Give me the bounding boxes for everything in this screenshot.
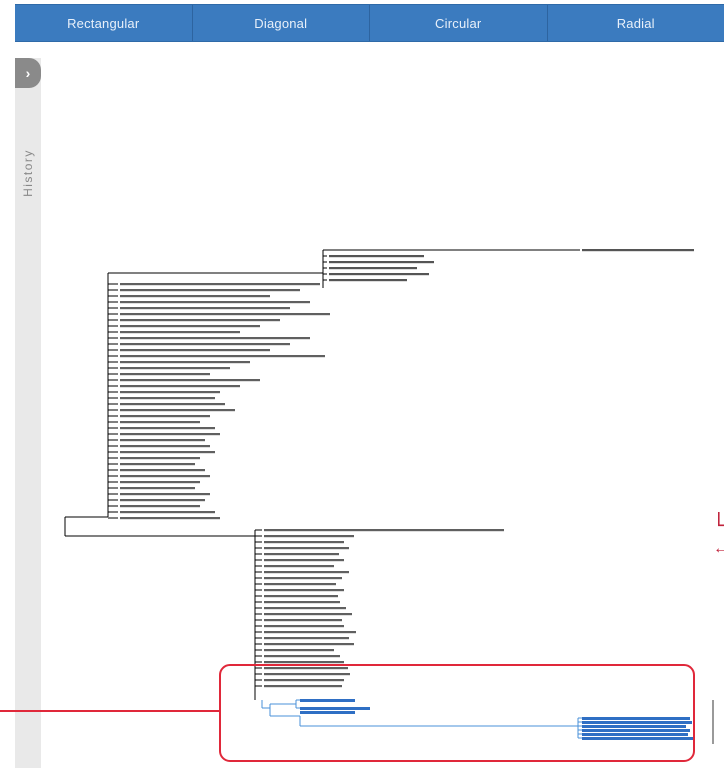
- leaf-label[interactable]: [264, 529, 504, 532]
- leaf-label[interactable]: [120, 355, 325, 358]
- highlighted-leaf[interactable]: [582, 729, 690, 732]
- leaf-label[interactable]: [120, 301, 310, 304]
- leaf-label[interactable]: [264, 673, 350, 676]
- leaf-label[interactable]: [264, 547, 349, 550]
- leaf-label[interactable]: [120, 445, 210, 448]
- leaf-label[interactable]: [120, 295, 270, 298]
- leaf-label[interactable]: [120, 415, 210, 418]
- side-mark-bracket: └: [711, 512, 724, 537]
- leaf-label[interactable]: [120, 493, 210, 496]
- leaf-label[interactable]: [120, 349, 270, 352]
- leaf-label[interactable]: [120, 439, 205, 442]
- leaf-label[interactable]: [120, 487, 195, 490]
- leaf-label[interactable]: [120, 319, 280, 322]
- leaf-label[interactable]: [120, 463, 195, 466]
- leaf-label[interactable]: [120, 433, 220, 436]
- leaf-label[interactable]: [264, 553, 339, 556]
- leaf-label[interactable]: [120, 331, 240, 334]
- leaf-label[interactable]: [120, 325, 260, 328]
- leaf-label[interactable]: [120, 367, 230, 370]
- leaf-label[interactable]: [264, 661, 344, 664]
- leaf-label[interactable]: [264, 571, 349, 574]
- leaf-label[interactable]: [120, 427, 215, 430]
- highlighted-leaf[interactable]: [582, 717, 690, 720]
- leaf-label[interactable]: [264, 637, 349, 640]
- leaf-label[interactable]: [264, 577, 342, 580]
- leaf-label[interactable]: [264, 589, 344, 592]
- leaf-label[interactable]: [582, 249, 694, 252]
- leaf-label[interactable]: [264, 667, 348, 670]
- leaf-label[interactable]: [120, 457, 200, 460]
- leaf-label[interactable]: [120, 505, 200, 508]
- phylogenetic-tree[interactable]: [0, 0, 724, 768]
- leaf-label[interactable]: [120, 343, 290, 346]
- highlighted-leaf[interactable]: [582, 737, 694, 740]
- leaf-label[interactable]: [264, 541, 344, 544]
- leaf-label[interactable]: [120, 379, 260, 382]
- leaf-label[interactable]: [264, 685, 342, 688]
- highlighted-leaf[interactable]: [582, 725, 686, 728]
- leaf-label[interactable]: [120, 385, 240, 388]
- leaf-label[interactable]: [264, 625, 344, 628]
- highlighted-leaf[interactable]: [300, 707, 370, 710]
- leaf-label[interactable]: [120, 517, 220, 520]
- leaf-label[interactable]: [120, 421, 200, 424]
- leaf-label[interactable]: [120, 409, 235, 412]
- leaf-label[interactable]: [329, 279, 407, 282]
- leaf-label[interactable]: [264, 601, 340, 604]
- leaf-label[interactable]: [120, 397, 215, 400]
- leaf-label[interactable]: [329, 255, 424, 258]
- leaf-label[interactable]: [120, 373, 210, 376]
- leaf-label[interactable]: [120, 475, 210, 478]
- leaf-label[interactable]: [120, 451, 215, 454]
- leaf-label[interactable]: [264, 565, 334, 568]
- leaf-label[interactable]: [120, 469, 205, 472]
- leaf-label[interactable]: [264, 655, 340, 658]
- leaf-label[interactable]: [120, 391, 220, 394]
- highlighted-leaf[interactable]: [582, 721, 692, 724]
- leaf-label[interactable]: [264, 583, 336, 586]
- leaf-label[interactable]: [264, 679, 344, 682]
- leaf-label[interactable]: [264, 607, 346, 610]
- highlighted-leaf[interactable]: [300, 711, 355, 714]
- panel-edge-fragment: [712, 700, 724, 744]
- leaf-label[interactable]: [264, 613, 352, 616]
- leaf-label[interactable]: [329, 267, 417, 270]
- leaf-label[interactable]: [120, 313, 330, 316]
- side-mark-arrow: ←: [713, 540, 724, 557]
- tree-leaf-labels: [120, 249, 694, 688]
- highlighted-clade[interactable]: [261, 699, 694, 740]
- leaf-label[interactable]: [120, 481, 200, 484]
- leaf-label[interactable]: [120, 289, 300, 292]
- leaf-label[interactable]: [264, 559, 344, 562]
- highlighted-leaf[interactable]: [582, 733, 688, 736]
- leaf-label[interactable]: [264, 643, 354, 646]
- leaf-label[interactable]: [120, 403, 225, 406]
- leaf-label[interactable]: [264, 619, 342, 622]
- leaf-label[interactable]: [120, 361, 250, 364]
- leaf-label[interactable]: [120, 511, 215, 514]
- leaf-label[interactable]: [329, 273, 429, 276]
- leaf-label[interactable]: [329, 261, 434, 264]
- leaf-label[interactable]: [120, 283, 320, 286]
- leaf-label[interactable]: [120, 337, 310, 340]
- highlighted-leaf[interactable]: [300, 699, 355, 702]
- leaf-label[interactable]: [120, 499, 205, 502]
- leaf-label[interactable]: [264, 535, 354, 538]
- leaf-label[interactable]: [264, 649, 334, 652]
- leaf-label[interactable]: [120, 307, 290, 310]
- leaf-label[interactable]: [264, 631, 356, 634]
- leaf-label[interactable]: [264, 595, 338, 598]
